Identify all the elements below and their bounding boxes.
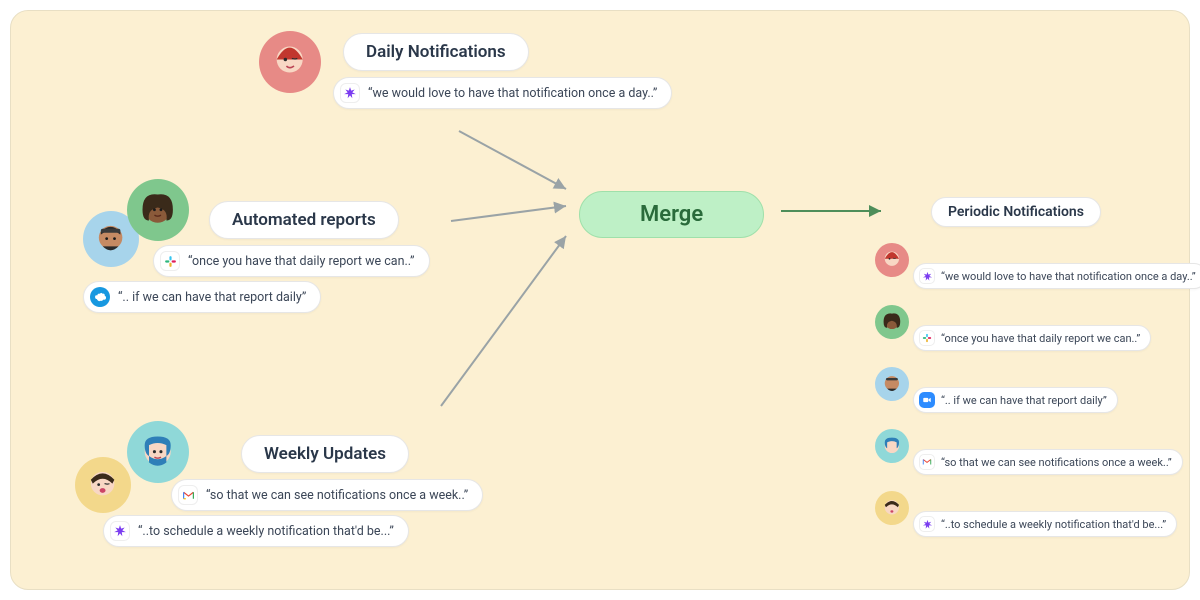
quote-text: “.. if we can have that report daily”: [941, 394, 1107, 407]
quote-text: “.. if we can have that report daily”: [118, 290, 306, 305]
quote-text: “so that we can see notifications once a…: [206, 488, 468, 503]
quote-text: “so that we can see notifications once a…: [941, 456, 1172, 469]
result-avatar-4: [875, 429, 909, 463]
result-avatar-2: [875, 305, 909, 339]
quote-weekly-1: “so that we can see notifications once a…: [171, 479, 483, 511]
quote-text: “we would love to have that notification…: [368, 86, 657, 101]
spark-icon: [919, 268, 935, 284]
diagram-canvas: Daily Notifications “we would love to ha…: [10, 10, 1190, 590]
result-quote-1: “we would love to have that notification…: [913, 263, 1200, 289]
result-avatar-1: [875, 243, 909, 277]
group-title-reports: Automated reports: [209, 201, 399, 239]
group-title-daily: Daily Notifications: [343, 33, 529, 71]
quote-text: “we would love to have that notification…: [941, 270, 1196, 283]
quote-daily-1: “we would love to have that notification…: [333, 77, 672, 109]
result-title: Periodic Notifications: [931, 197, 1101, 227]
avatar-teal: [127, 421, 189, 483]
avatar-yellow: [75, 457, 131, 513]
spark-icon: [919, 516, 935, 532]
quote-text: “..to schedule a weekly notification tha…: [138, 524, 394, 539]
quote-text: “once you have that daily report we can.…: [188, 254, 415, 269]
avatar-green: [127, 179, 189, 241]
slack-icon: [160, 251, 180, 271]
salesforce-icon: [90, 287, 110, 307]
result-quote-4: “so that we can see notifications once a…: [913, 449, 1183, 475]
quote-reports-1: “once you have that daily report we can.…: [153, 245, 430, 277]
result-avatar-5: [875, 491, 909, 525]
spark-icon: [110, 521, 130, 541]
result-quote-2: “once you have that daily report we can.…: [913, 325, 1151, 351]
gmail-icon: [178, 485, 198, 505]
quote-weekly-2: “..to schedule a weekly notification tha…: [103, 515, 409, 547]
quote-text: “..to schedule a weekly notification tha…: [941, 518, 1166, 531]
merge-node: Merge: [579, 191, 764, 238]
slack-icon: [919, 330, 935, 346]
group-title-weekly: Weekly Updates: [241, 435, 409, 473]
gmail-icon: [919, 454, 935, 470]
quote-reports-2: “.. if we can have that report daily”: [83, 281, 321, 313]
quote-text: “once you have that daily report we can.…: [941, 332, 1140, 345]
zoom-icon: [919, 392, 935, 408]
result-quote-3: “.. if we can have that report daily”: [913, 387, 1118, 413]
result-quote-5: “..to schedule a weekly notification tha…: [913, 511, 1177, 537]
spark-icon: [340, 83, 360, 103]
avatar-red: [259, 31, 321, 93]
result-avatar-3: [875, 367, 909, 401]
